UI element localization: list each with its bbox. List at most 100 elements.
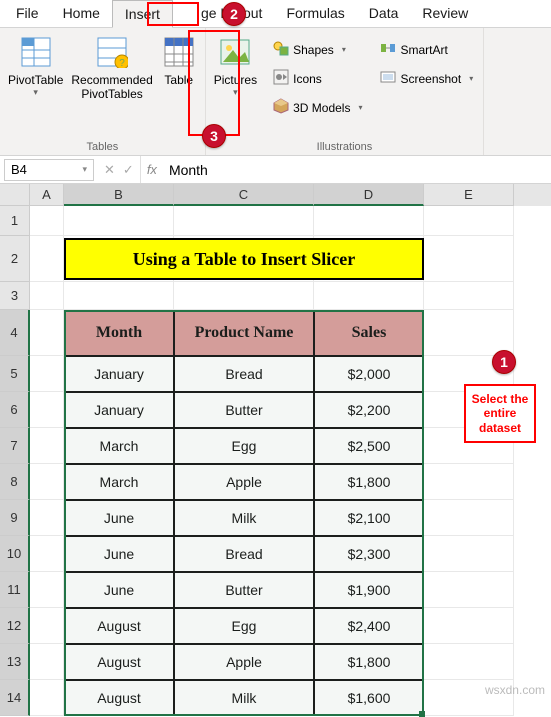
table-cell[interactable]: $2,500: [314, 428, 424, 464]
step-badge-2: 2: [222, 2, 246, 26]
name-box[interactable]: B4: [4, 159, 94, 181]
row-header-7[interactable]: 7: [0, 428, 30, 464]
screenshot-button[interactable]: Screenshot: [374, 67, 479, 90]
row-header-8[interactable]: 8: [0, 464, 30, 500]
table-cell[interactable]: $2,100: [314, 500, 424, 536]
table-cell[interactable]: Milk: [174, 500, 314, 536]
table-cell[interactable]: August: [64, 608, 174, 644]
step-badge-1: 1: [492, 350, 516, 374]
table-cell[interactable]: Egg: [174, 608, 314, 644]
table-cell[interactable]: Bread: [174, 536, 314, 572]
row-header-11[interactable]: 11: [0, 572, 30, 608]
row-header-9[interactable]: 9: [0, 500, 30, 536]
table-cell[interactable]: $1,900: [314, 572, 424, 608]
illustrations-group-label: Illustrations: [210, 139, 479, 153]
table-cell[interactable]: Apple: [174, 464, 314, 500]
row-header-14[interactable]: 14: [0, 680, 30, 716]
formula-input[interactable]: [163, 156, 551, 183]
tab-data[interactable]: Data: [357, 0, 411, 27]
tab-insert[interactable]: Insert: [112, 0, 173, 28]
table-row: AugustEgg$2,400: [64, 608, 424, 644]
callout-select-dataset: Select the entire dataset: [464, 384, 536, 443]
table-cell[interactable]: March: [64, 428, 174, 464]
shapes-icon: [273, 40, 289, 59]
row-header-6[interactable]: 6: [0, 392, 30, 428]
watermark: wsxdn.com: [485, 683, 545, 697]
smartart-button[interactable]: SmartArt: [374, 38, 479, 61]
table-header-cell: Sales: [314, 310, 424, 356]
table-cell[interactable]: Egg: [174, 428, 314, 464]
smartart-label: SmartArt: [400, 43, 447, 57]
col-header-c[interactable]: C: [174, 184, 314, 206]
table-row: JuneMilk$2,100: [64, 500, 424, 536]
table-row: JuneBread$2,300: [64, 536, 424, 572]
table-cell[interactable]: $2,000: [314, 356, 424, 392]
table-cell[interactable]: March: [64, 464, 174, 500]
table-cell[interactable]: $1,800: [314, 464, 424, 500]
col-header-a[interactable]: A: [30, 184, 64, 206]
table-row: JanuaryBread$2,000: [64, 356, 424, 392]
col-header-e[interactable]: E: [424, 184, 514, 206]
table-cell[interactable]: $2,400: [314, 608, 424, 644]
tables-group-label: Tables: [4, 139, 201, 153]
pivottable-icon: [18, 34, 54, 70]
icons-button[interactable]: Icons: [267, 67, 368, 90]
pivottable-button[interactable]: PivotTable: [4, 32, 67, 100]
3d-models-icon: [273, 98, 289, 117]
table-cell[interactable]: $2,300: [314, 536, 424, 572]
table-cell[interactable]: January: [64, 392, 174, 428]
col-header-b[interactable]: B: [64, 184, 174, 206]
table-cell[interactable]: Butter: [174, 572, 314, 608]
row-header-3[interactable]: 3: [0, 282, 30, 310]
fx-controls: ✕ ✓: [98, 156, 141, 183]
icons-icon: [273, 69, 289, 88]
shapes-label: Shapes: [293, 43, 334, 57]
table-cell[interactable]: $1,800: [314, 644, 424, 680]
pictures-button[interactable]: Pictures: [210, 32, 261, 100]
table-row: MarchApple$1,800: [64, 464, 424, 500]
ribbon-group-illustrations: Pictures Shapes Icons 3D Models: [206, 28, 484, 155]
table-cell[interactable]: August: [64, 680, 174, 716]
table-cell[interactable]: August: [64, 644, 174, 680]
table-cell[interactable]: June: [64, 572, 174, 608]
table-label: Table: [164, 73, 193, 87]
tab-home[interactable]: Home: [51, 0, 112, 27]
table-row: JanuaryButter$2,200: [64, 392, 424, 428]
table-cell[interactable]: Bread: [174, 356, 314, 392]
row-header-5[interactable]: 5: [0, 356, 30, 392]
table-cell[interactable]: June: [64, 500, 174, 536]
table-header-cell: Month: [64, 310, 174, 356]
select-all-corner[interactable]: [0, 184, 30, 206]
table-cell[interactable]: Milk: [174, 680, 314, 716]
row-header-4[interactable]: 4: [0, 310, 30, 356]
table-row: JuneButter$1,900: [64, 572, 424, 608]
tab-review[interactable]: Review: [410, 0, 480, 27]
recommended-pivottables-button[interactable]: ? Recommended PivotTables: [67, 32, 156, 104]
row-header-1[interactable]: 1: [0, 206, 30, 236]
pictures-icon: [217, 34, 253, 70]
table-cell[interactable]: June: [64, 536, 174, 572]
table-cell[interactable]: Butter: [174, 392, 314, 428]
screenshot-label: Screenshot: [400, 72, 461, 86]
row-header-2[interactable]: 2: [0, 236, 30, 282]
row-header-10[interactable]: 10: [0, 536, 30, 572]
tab-formulas[interactable]: Formulas: [274, 0, 356, 27]
table-header-cell: Product Name: [174, 310, 314, 356]
3d-models-button[interactable]: 3D Models: [267, 96, 368, 119]
row-header-13[interactable]: 13: [0, 644, 30, 680]
table-cell[interactable]: $1,600: [314, 680, 424, 716]
fx-accept-icon[interactable]: ✓: [123, 162, 134, 178]
row-header-12[interactable]: 12: [0, 608, 30, 644]
table-button[interactable]: Table: [157, 32, 201, 89]
column-headers: A B C D E: [0, 184, 551, 206]
table-cell[interactable]: Apple: [174, 644, 314, 680]
formula-bar: B4 ✕ ✓ fx: [0, 156, 551, 184]
fx-cancel-icon[interactable]: ✕: [104, 162, 115, 178]
svg-text:?: ?: [119, 58, 125, 68]
tab-file[interactable]: File: [4, 0, 51, 27]
table-cell[interactable]: $2,200: [314, 392, 424, 428]
col-header-d[interactable]: D: [314, 184, 424, 206]
fx-icon[interactable]: fx: [141, 162, 163, 177]
shapes-button[interactable]: Shapes: [267, 38, 368, 61]
table-cell[interactable]: January: [64, 356, 174, 392]
